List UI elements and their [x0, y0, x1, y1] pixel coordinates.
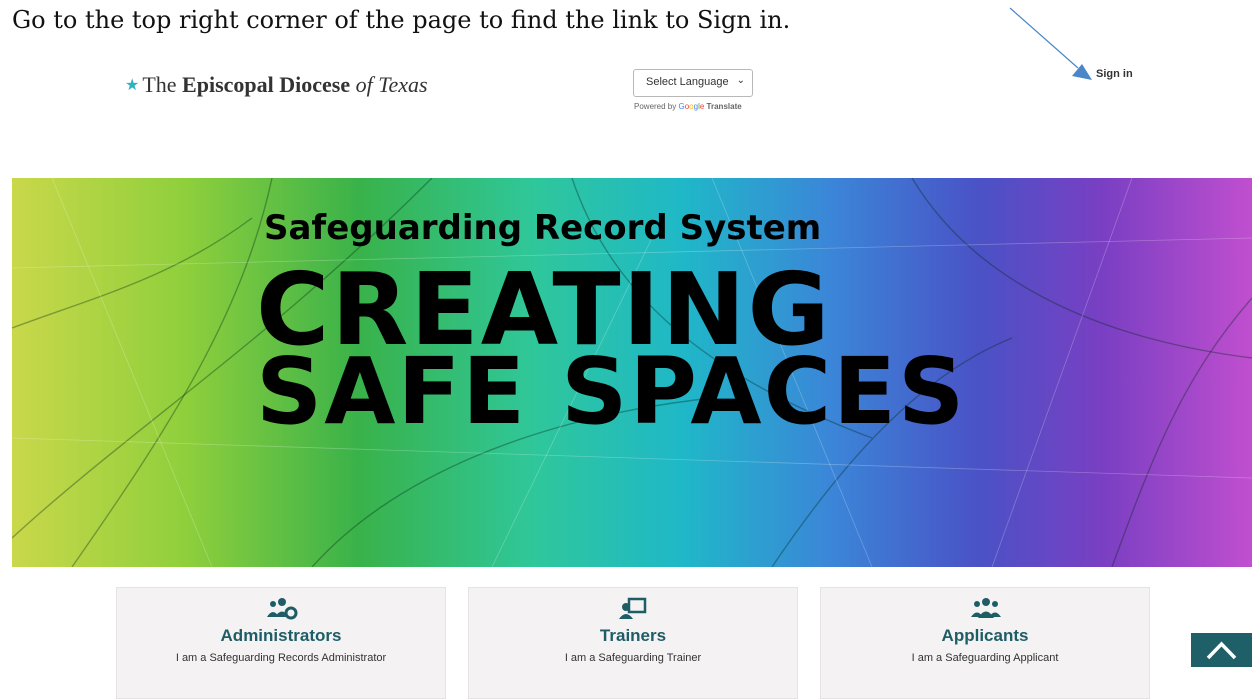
card-title: Applicants	[941, 626, 1029, 645]
card-administrators[interactable]: Administrators I am a Safeguarding Recor…	[116, 587, 446, 699]
powered-by-google-translate: Powered by Google Translate	[634, 102, 742, 111]
card-trainers[interactable]: Trainers I am a Safeguarding Trainer	[468, 587, 798, 699]
users-icon	[971, 598, 1001, 618]
diocese-logo[interactable]: ★ The Episcopal Diocese of Texas	[125, 72, 428, 98]
chalkboard-teacher-icon	[619, 597, 647, 619]
chevron-down-icon: ⌄	[736, 75, 745, 86]
card-description: I am a Safeguarding Records Administrato…	[175, 652, 387, 664]
arrow-pointer-icon	[1009, 7, 1092, 80]
card-title: Administrators	[220, 626, 342, 645]
star-icon: ★	[125, 77, 140, 94]
scroll-to-top-button[interactable]	[1191, 633, 1252, 667]
chevron-up-icon	[1206, 641, 1237, 660]
users-cog-icon	[267, 598, 298, 620]
hero-subtitle: Safeguarding Record System	[264, 208, 822, 248]
card-description: I am a Safeguarding Applicant	[911, 652, 1059, 664]
hero-headline-line2: SAFE SPACES	[256, 338, 967, 445]
sign-in-link[interactable]: Sign in	[1096, 68, 1133, 80]
card-applicants[interactable]: Applicants I am a Safeguarding Applicant	[820, 587, 1150, 699]
card-description: I am a Safeguarding Trainer	[564, 652, 702, 664]
translate-link[interactable]: Translate	[707, 102, 742, 111]
language-select[interactable]: Select Language ⌄	[633, 69, 753, 97]
instruction-text: Go to the top right corner of the page t…	[12, 6, 791, 34]
card-title: Trainers	[599, 626, 667, 645]
hero-banner: Safeguarding Record System CREATING SAFE…	[12, 178, 1252, 567]
